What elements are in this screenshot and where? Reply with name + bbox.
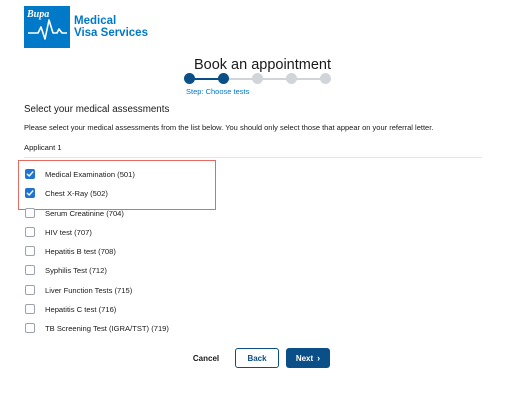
cancel-button[interactable]: Cancel <box>189 351 223 365</box>
test-option[interactable]: Medical Examination (501) <box>25 168 135 180</box>
section-heading: Select your medical assessments <box>24 104 170 115</box>
chevron-right-icon: › <box>317 352 321 363</box>
back-button[interactable]: Back <box>235 348 279 368</box>
test-option[interactable]: Serum Creatinine (704) <box>25 207 124 219</box>
test-option-label: Serum Creatinine (704) <box>45 208 124 218</box>
checkbox[interactable] <box>25 323 35 333</box>
checkbox[interactable] <box>25 208 35 218</box>
test-option[interactable]: Liver Function Tests (715) <box>25 284 132 296</box>
checkbox-checked[interactable] <box>25 188 35 198</box>
bupa-logo-mark: Bupa <box>24 6 70 48</box>
brand-logo: Bupa Medical Visa Services <box>24 6 148 48</box>
brand-name: Medical Visa Services <box>74 15 148 39</box>
stepper-step-3 <box>252 73 263 84</box>
checkbox[interactable] <box>25 246 35 256</box>
test-option[interactable]: Hepatitis B test (708) <box>25 245 116 257</box>
test-option-label: TB Screening Test (IGRA/TST) (719) <box>45 323 169 333</box>
progress-stepper <box>184 73 344 85</box>
test-option[interactable]: TB Screening Test (IGRA/TST) (719) <box>25 322 169 334</box>
test-option-label: Hepatitis C test (716) <box>45 304 117 314</box>
instructions-text: Please select your medical assessments f… <box>24 123 434 132</box>
brand-line-2: Visa Services <box>74 27 148 39</box>
stepper-step-1 <box>184 73 195 84</box>
test-option[interactable]: HIV test (707) <box>25 226 92 238</box>
checkmark-icon <box>26 171 34 177</box>
checkbox[interactable] <box>25 265 35 275</box>
page-title: Book an appointment <box>193 57 332 73</box>
test-option-label: Medical Examination (501) <box>45 169 135 179</box>
brand-line-1: Medical <box>74 15 117 27</box>
next-button-label: Next <box>295 353 314 363</box>
checkbox[interactable] <box>25 227 35 237</box>
stepper-step-2 <box>218 73 229 84</box>
checkbox[interactable] <box>25 285 35 295</box>
test-option[interactable]: Chest X-Ray (502) <box>25 187 108 199</box>
test-option[interactable]: Syphilis Test (712) <box>25 264 107 276</box>
test-option-label: Hepatitis B test (708) <box>45 246 116 256</box>
checkbox-checked[interactable] <box>25 169 35 179</box>
applicant-label: Applicant 1 <box>24 143 62 152</box>
stepper-step-5 <box>320 73 331 84</box>
stepper-step-4 <box>286 73 297 84</box>
divider <box>24 157 482 158</box>
test-option-label: Syphilis Test (712) <box>45 265 107 275</box>
heartbeat-icon <box>28 19 67 40</box>
current-step-label: Step: Choose tests <box>186 87 250 96</box>
test-option-label: Chest X-Ray (502) <box>45 188 108 198</box>
next-button[interactable]: Next › <box>286 348 330 368</box>
test-option[interactable]: Hepatitis C test (716) <box>25 303 116 315</box>
checkmark-icon <box>26 190 34 196</box>
checkbox[interactable] <box>25 304 35 314</box>
test-option-label: Liver Function Tests (715) <box>45 285 133 295</box>
test-option-label: HIV test (707) <box>45 227 92 237</box>
